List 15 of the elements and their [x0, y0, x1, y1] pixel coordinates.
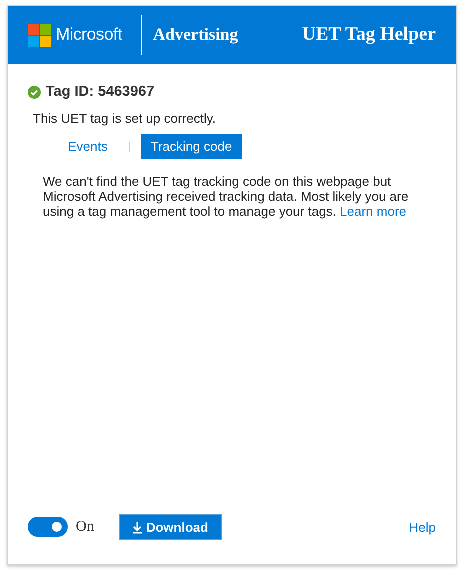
download-button[interactable]: Download — [119, 514, 222, 540]
toggle-switch[interactable] — [28, 517, 68, 537]
tab[interactable]: Events — [49, 134, 127, 159]
download-icon — [132, 520, 144, 534]
product-name: Advertising — [153, 25, 238, 45]
toggle-label: On — [76, 518, 94, 536]
brand-name: Microsoft — [56, 25, 122, 45]
description-text: We can't find the UET tag tracking code on this webpage but Microsoft Advertising received tracking data. Most likely you are using a tag management tool to manage your tags. Learn more — [43, 174, 410, 219]
tag-id: Tag ID: 5463967 — [46, 84, 155, 100]
status-message: This UET tag is set up correctly. — [33, 111, 218, 126]
learn-more-link[interactable]: Learn more — [340, 204, 407, 219]
microsoft-logo-icon — [28, 24, 51, 46]
help-link[interactable]: Help — [409, 520, 436, 534]
tab[interactable]: Tracking code — [141, 134, 242, 159]
app-title: UET Tag Helper — [302, 24, 436, 46]
